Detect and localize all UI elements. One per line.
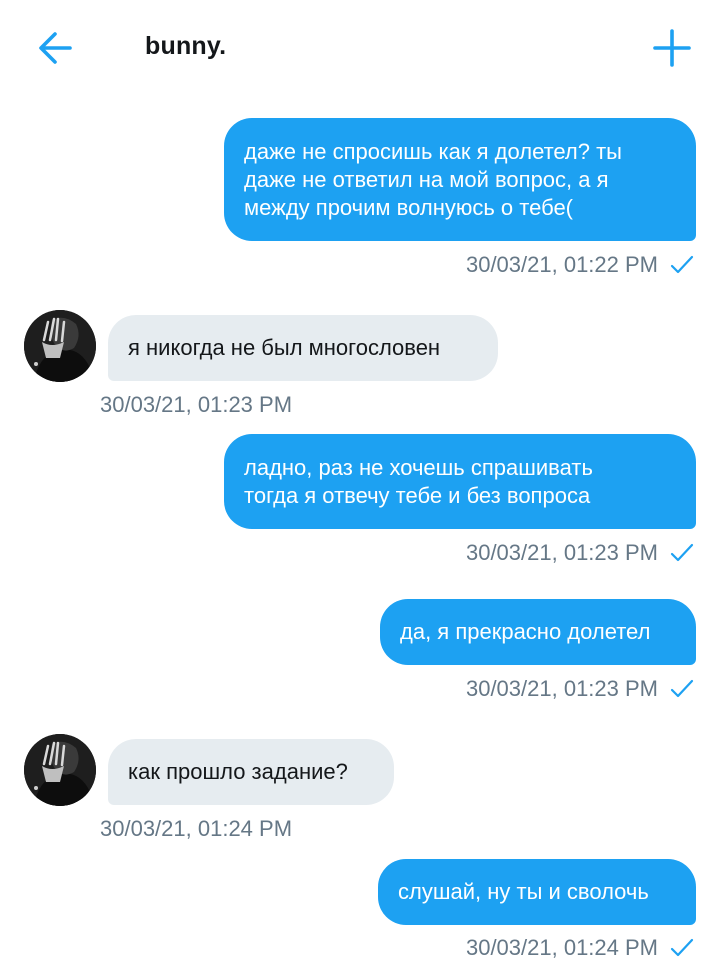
avatar-image <box>24 734 96 806</box>
checkmark-icon <box>670 255 694 274</box>
message-text: как прошло задание? <box>128 759 348 784</box>
message-bubble-outgoing[interactable]: слушай, ну ты и сволочь <box>378 859 696 925</box>
arrow-left-icon <box>39 32 72 64</box>
message-bubble-incoming[interactable]: я никогда не был многословен <box>108 315 498 381</box>
checkmark-icon <box>670 543 694 562</box>
message-text: слушай, ну ты и сволочь <box>398 879 649 904</box>
chat-header: bunny. <box>0 0 710 96</box>
message-timestamp: 30/03/21, 01:22 PM <box>465 252 658 277</box>
plus-icon <box>653 29 691 67</box>
checkmark-icon <box>670 938 694 957</box>
message-timestamp: 30/03/21, 01:23 PM <box>465 540 658 565</box>
message-text: даже не спросишь как я долетел? ты даже … <box>244 138 622 220</box>
message-bubble-incoming[interactable]: как прошло задание? <box>108 739 394 805</box>
message-bubble-outgoing[interactable]: да, я прекрасно долетел <box>380 599 696 665</box>
message-text: да, я прекрасно долетел <box>400 619 651 644</box>
message-timestamp: 30/03/21, 01:24 PM <box>465 935 658 960</box>
avatar[interactable] <box>24 310 96 382</box>
message-text: я никогда не был многословен <box>128 335 441 360</box>
message-bubble-outgoing[interactable]: даже не спросишь как я долетел? ты даже … <box>224 118 696 241</box>
message-timestamp: 30/03/21, 01:23 PM <box>100 392 293 417</box>
chat-title[interactable]: bunny. <box>145 32 226 61</box>
add-button[interactable] <box>650 26 694 70</box>
back-button[interactable] <box>34 26 78 70</box>
avatar[interactable] <box>24 734 96 806</box>
message-text: ладно, раз не хочешь спрашивать тогда я … <box>244 454 593 508</box>
message-bubble-outgoing[interactable]: ладно, раз не хочешь спрашивать тогда я … <box>224 434 696 529</box>
checkmark-icon <box>670 679 694 698</box>
avatar-image <box>24 310 96 382</box>
message-timestamp: 30/03/21, 01:23 PM <box>465 676 658 701</box>
message-timestamp: 30/03/21, 01:24 PM <box>100 816 293 841</box>
